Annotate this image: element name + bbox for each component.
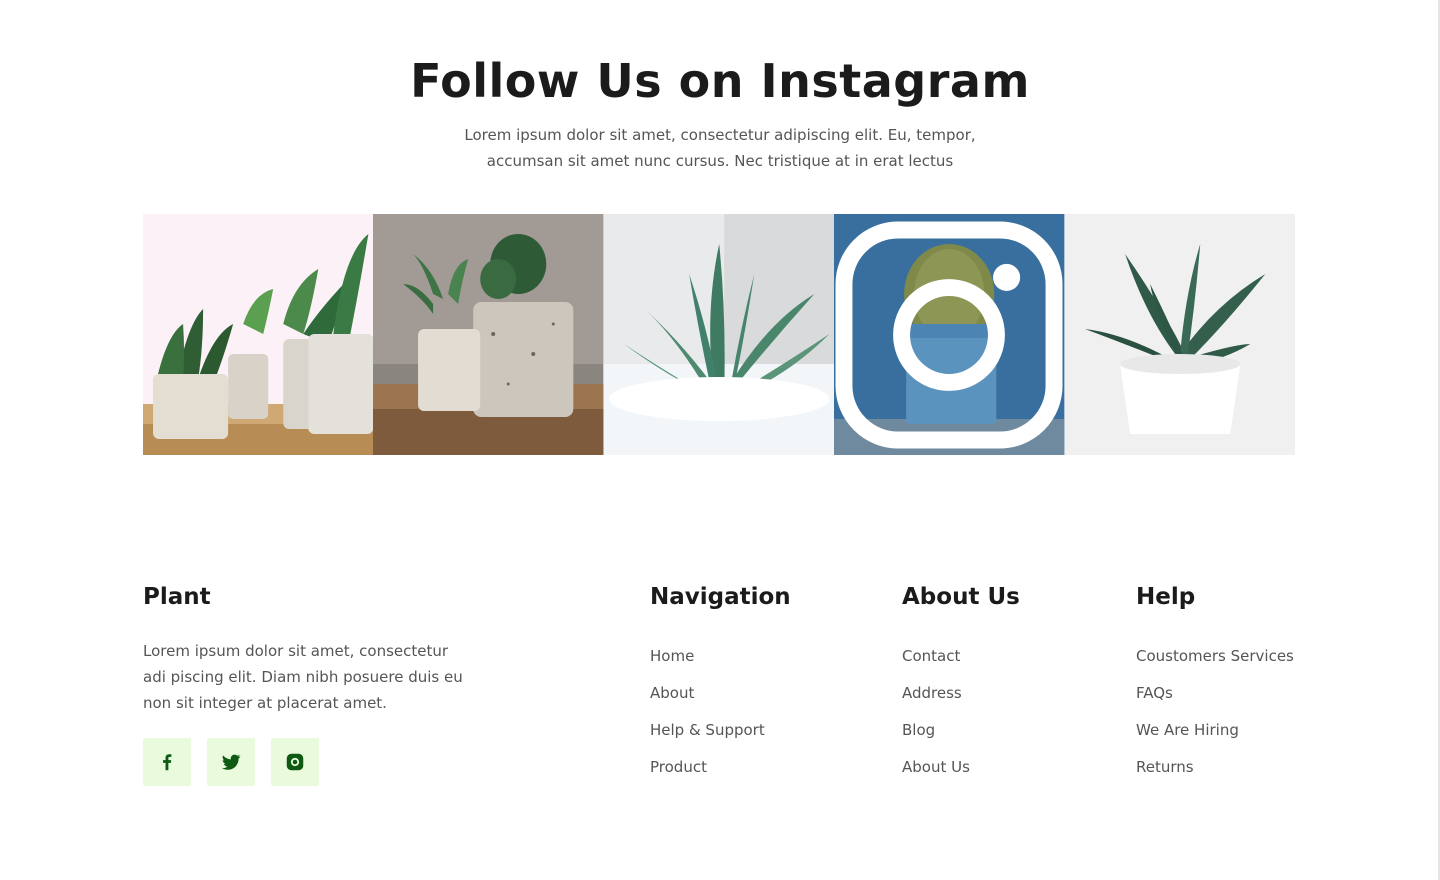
haworthia-white-pot-image	[1064, 214, 1295, 455]
gallery-tile-haworthia-white-pot[interactable]	[1064, 214, 1295, 455]
twitter-icon	[222, 754, 241, 770]
footer-navigation-links: Home About Help & Support Product	[650, 647, 765, 795]
footer-brand-title: Plant	[143, 584, 211, 610]
footer-link-faqs[interactable]: FAQs	[1136, 684, 1294, 721]
footer-link-home[interactable]: Home	[650, 647, 765, 684]
footer-link-about-us[interactable]: About Us	[902, 758, 970, 795]
twitter-button[interactable]	[207, 738, 255, 786]
instagram-description: Lorem ipsum dolor sit amet, consectetur …	[464, 126, 976, 170]
footer-link-product[interactable]: Product	[650, 758, 765, 795]
instagram-button[interactable]	[271, 738, 319, 786]
instagram-overlay-icon[interactable]	[834, 214, 1064, 455]
facebook-icon	[163, 754, 172, 771]
plants-on-table-image	[143, 214, 374, 455]
footer-link-blog[interactable]: Blog	[902, 721, 970, 758]
instagram-title: Follow Us on Instagram	[410, 54, 1030, 108]
aloe-closeup-image	[603, 214, 835, 455]
cactus-pots-image	[373, 214, 604, 455]
gallery-tile-cactus-blue[interactable]	[834, 214, 1065, 455]
facebook-button[interactable]	[143, 738, 191, 786]
gallery-tile-plants-on-table[interactable]	[143, 214, 374, 455]
footer-social-links	[143, 738, 319, 786]
footer-link-customer-services[interactable]: Coustomers Services	[1136, 647, 1294, 684]
site-footer: Plant Lorem ipsum dolor sit amet, consec…	[143, 570, 1295, 830]
footer-link-about[interactable]: About	[650, 684, 765, 721]
footer-link-returns[interactable]: Returns	[1136, 758, 1294, 795]
footer-navigation-title: Navigation	[650, 584, 791, 610]
footer-link-we-are-hiring[interactable]: We Are Hiring	[1136, 721, 1294, 758]
footer-help-title: Help	[1136, 584, 1196, 610]
footer-about-links: Contact Address Blog About Us	[902, 647, 970, 795]
gallery-tile-aloe-closeup[interactable]	[603, 214, 835, 455]
footer-link-help-support[interactable]: Help & Support	[650, 721, 765, 758]
footer-link-contact[interactable]: Contact	[902, 647, 970, 684]
footer-about-title: About Us	[902, 584, 1020, 610]
footer-help-links: Coustomers Services FAQs We Are Hiring R…	[1136, 647, 1294, 795]
gallery-tile-cactus-pots[interactable]	[373, 214, 604, 455]
footer-link-address[interactable]: Address	[902, 684, 970, 721]
footer-brand-description: Lorem ipsum dolor sit amet, consectetur …	[143, 642, 463, 712]
instagram-gallery	[143, 214, 1295, 455]
instagram-icon	[286, 753, 304, 771]
instagram-section: Follow Us on Instagram Lorem ipsum dolor…	[0, 0, 1440, 500]
